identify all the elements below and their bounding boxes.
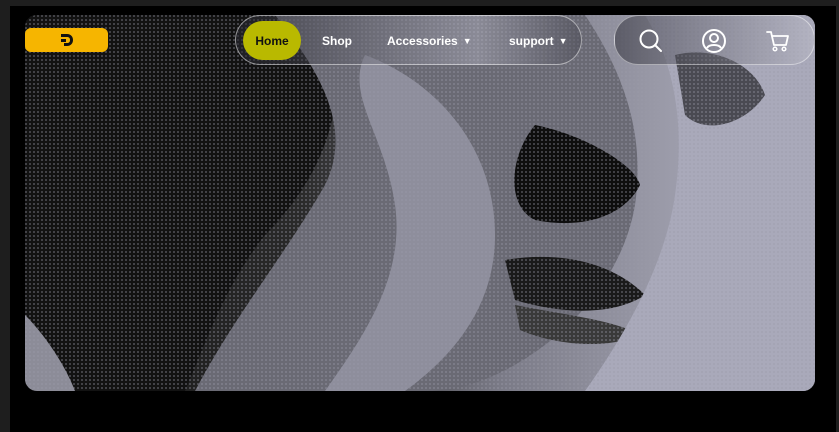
- account-button[interactable]: [698, 25, 730, 57]
- user-account-icon: [702, 29, 726, 53]
- hero-image: [25, 15, 815, 391]
- logo-icon: [60, 34, 73, 46]
- search-icon: [639, 29, 662, 52]
- utility-icons: [614, 15, 815, 65]
- nav-item-home[interactable]: Home: [243, 21, 301, 60]
- search-button[interactable]: [635, 25, 667, 57]
- main-navigation: Home Shop Accessories ▼ support ▼: [235, 15, 582, 65]
- nav-item-support[interactable]: support ▼: [509, 16, 568, 66]
- chevron-down-icon: ▼: [462, 36, 472, 46]
- brand-logo[interactable]: [25, 28, 108, 52]
- nav-item-accessories[interactable]: Accessories ▼: [387, 16, 472, 66]
- cart-icon: [766, 31, 789, 52]
- nav-item-support-label: support: [509, 34, 554, 48]
- chevron-down-icon: ▼: [558, 36, 568, 46]
- cart-button[interactable]: [762, 25, 794, 57]
- nav-item-shop[interactable]: Shop: [322, 16, 352, 66]
- dithered-face-artwork: [25, 15, 815, 391]
- nav-item-accessories-label: Accessories: [387, 34, 458, 48]
- nav-item-shop-label: Shop: [322, 34, 352, 48]
- nav-item-home-label: Home: [255, 33, 289, 48]
